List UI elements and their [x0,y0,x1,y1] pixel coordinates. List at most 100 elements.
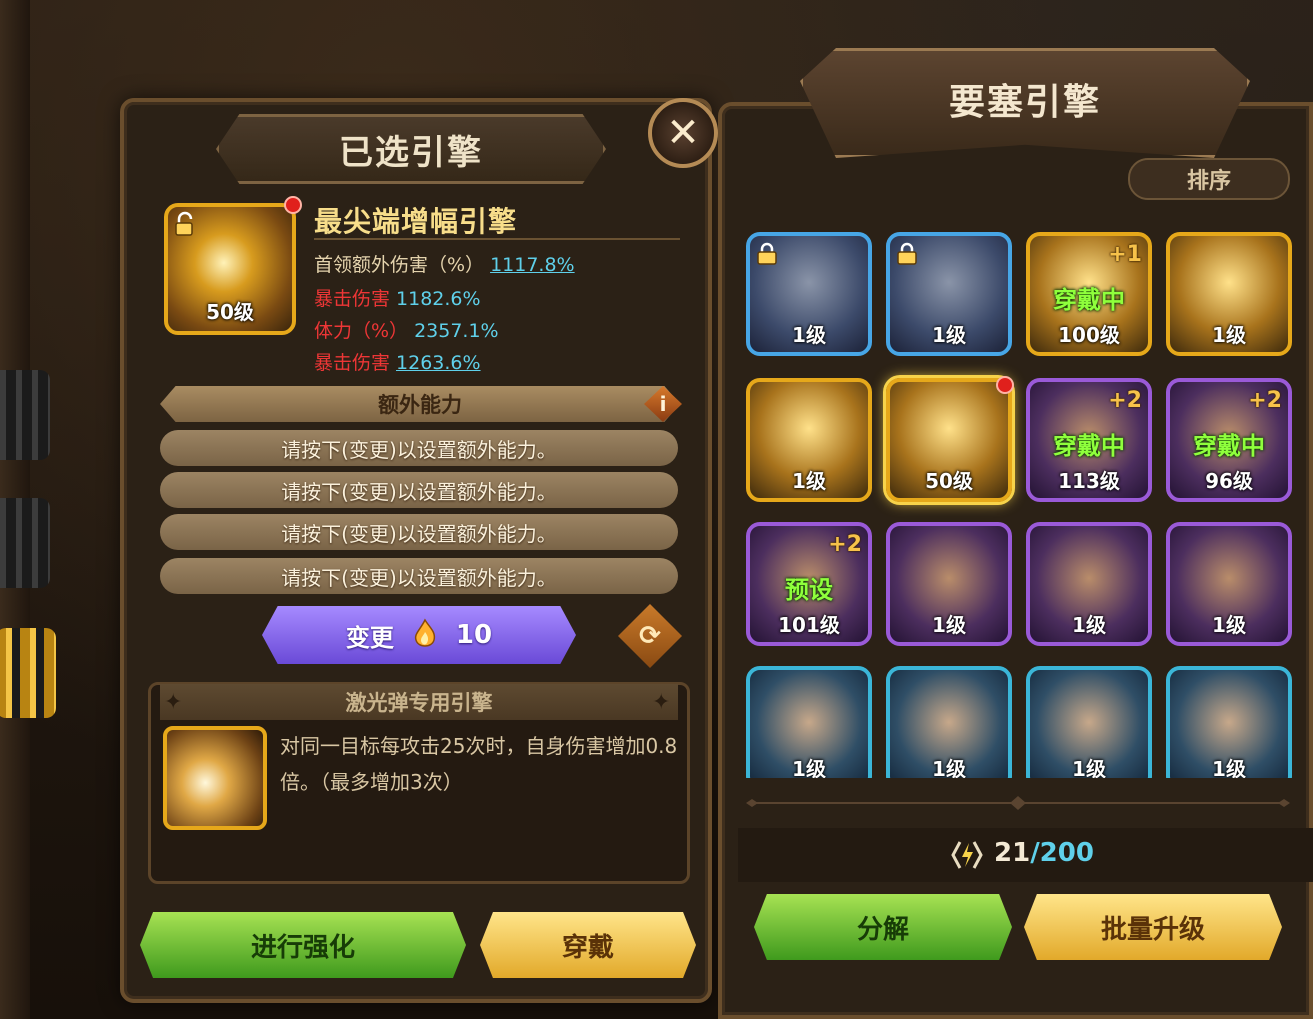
tile-level: 101级 [778,613,840,637]
tile-level: 1级 [792,757,826,778]
engine-tile[interactable]: 1级 [746,232,872,356]
batch-upgrade-label: 批量升级 [1100,914,1205,945]
tile-level: 1级 [1072,757,1106,778]
exclusive-engine-title: 激光弹专用引擎 [345,691,493,715]
engine-tile[interactable]: 1级 [1166,522,1292,646]
engine-tile[interactable]: 1级 [886,666,1012,778]
exclusive-engine-description: 对同一目标每攻击25次时，自身伤害增加0.8倍。（最多增加3次） [280,734,678,794]
tile-level: 1级 [932,323,966,347]
lock-icon [897,242,917,265]
inventory-count: 21/200 [994,838,1094,868]
ornament-left-icon: ✦ [164,690,183,715]
engine-tile[interactable]: +1 穿戴中 100级 [1026,232,1152,356]
stat-label: 暴击伤害 [314,352,391,374]
tile-level: 96级 [1205,469,1253,493]
stat-value: 1117.8% [490,254,575,276]
enhance-button[interactable]: 进行强化 [140,912,466,978]
grid-divider [746,796,1290,810]
engine-tile[interactable]: +2 穿戴中 96级 [1166,378,1292,502]
selected-engine-name: 最尖端增幅引擎 [314,205,518,238]
change-cost: 10 [455,620,493,650]
inventory-count-max: /200 [1030,838,1094,868]
engine-grid[interactable]: 1级 1级 +1 穿戴中 100级 1级 1级 50级 +2 穿戴中 113级 +2 穿戴中 96级 +2 预… [742,232,1298,778]
engine-tile[interactable]: +2 预设 101级 [746,522,872,646]
inventory-count-current: 21 [994,838,1031,868]
engine-tile[interactable]: 1级 [886,232,1012,356]
engine-tile[interactable]: 1级 [1026,666,1152,778]
change-label: 变更 [345,623,394,652]
exclusive-engine-header: 激光弹专用引擎 [160,684,678,720]
tile-plus-badge: +1 [1108,242,1142,267]
engine-tile[interactable]: 1级 [1166,666,1292,778]
fortress-engine-title-plate: 要塞引擎 [800,48,1250,158]
bonus-ability-title: 额外能力 [378,393,462,417]
fortress-engine-title: 要塞引擎 [948,82,1101,123]
engine-tile[interactable]: 50级 [886,376,1014,502]
name-divider [314,238,680,240]
ornament-right-icon: ✦ [652,690,671,715]
tile-level: 113级 [1058,469,1120,493]
enhance-label: 进行强化 [250,932,355,963]
bonus-ability-slot[interactable]: 请按下(变更)以设置额外能力。 [160,558,678,594]
batch-upgrade-button[interactable]: 批量升级 [1024,894,1282,960]
sort-button[interactable]: 排序 [1128,158,1290,200]
stat-label: 暴击伤害 [314,288,391,310]
stat-row: 首领额外伤害（%） 1117.8% [314,250,575,277]
stat-row: 体力（%） 2357.1% [314,316,499,343]
notification-dot [996,376,1014,394]
decompose-label: 分解 [856,914,909,945]
tile-level: 1级 [792,469,826,493]
engine-tile[interactable]: 1级 [746,666,872,778]
tile-status-tag: 预设 [785,576,833,604]
unlock-icon [175,211,193,236]
tile-level: 1级 [1212,323,1246,347]
engine-tile[interactable]: 1级 [1026,522,1152,646]
tile-level: 1级 [932,757,966,778]
tile-plus-badge: +2 [1248,388,1282,413]
engine-tile[interactable]: 1级 [886,522,1012,646]
engine-tile[interactable]: +2 穿戴中 113级 [1026,378,1152,502]
tile-status-tag: 穿戴中 [1053,432,1125,460]
refresh-icon: ⟳ [639,621,661,651]
lock-icon [757,242,777,265]
engine-tile[interactable]: 1级 [746,378,872,502]
flame-icon [414,618,436,647]
tile-level: 50级 [925,469,973,493]
bonus-ability-slot[interactable]: 请按下(变更)以设置额外能力。 [160,514,678,550]
stat-label: 体力（%） [314,320,409,342]
tile-level: 1级 [1072,613,1106,637]
engine-tile[interactable]: 1级 [1166,232,1292,356]
tile-level: 1级 [1212,613,1246,637]
tile-plus-badge: +2 [828,532,862,557]
close-icon: ✕ [666,110,700,156]
bonus-ability-slot[interactable]: 请按下(变更)以设置额外能力。 [160,472,678,508]
sort-label: 排序 [1186,169,1231,194]
tile-level: 1级 [1212,757,1246,778]
close-button[interactable]: ✕ [648,98,718,168]
stat-value: 1182.6% [396,288,481,310]
equip-label: 穿戴 [561,932,614,963]
tile-status-tag: 穿戴中 [1193,432,1265,460]
bonus-ability-header: 额外能力 [160,386,680,422]
background-roller [0,628,56,718]
selected-engine-title-plate: 已选引擎 [216,114,606,184]
background-roller [0,370,50,460]
equip-button[interactable]: 穿戴 [480,912,696,978]
tile-level: 1级 [932,613,966,637]
stat-value: 1263.6% [396,352,481,374]
tile-level: 1级 [792,323,826,347]
background-roller [0,498,50,588]
notification-dot [284,196,302,214]
stat-label: 首领额外伤害（%） [314,254,485,276]
tile-status-tag: 穿戴中 [1053,286,1125,314]
decompose-button[interactable]: 分解 [754,894,1012,960]
change-button[interactable]: 变更 10 [262,606,576,664]
selected-engine-title: 已选引擎 [339,132,483,173]
selected-engine-thumbnail[interactable]: 50级 [164,203,296,335]
stat-row: 暴击伤害 1182.6% [314,284,481,311]
stat-row: 暴击伤害 1263.6% [314,348,481,375]
tile-level: 100级 [1058,323,1120,347]
bonus-ability-slot[interactable]: 请按下(变更)以设置额外能力。 [160,430,678,466]
capacity-icon [951,841,983,869]
tile-plus-badge: +2 [1108,388,1142,413]
